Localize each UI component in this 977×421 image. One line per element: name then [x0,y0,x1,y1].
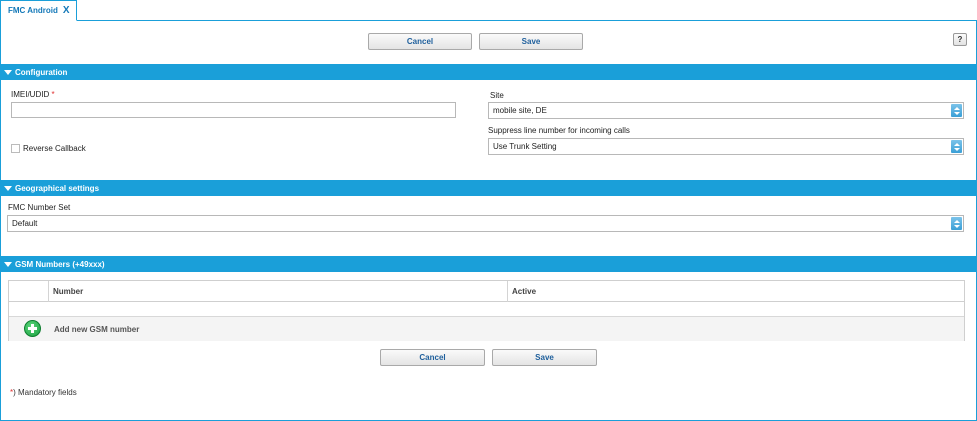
footer-save-button[interactable]: Save [492,349,597,366]
fmc-number-set-label: FMC Number Set [8,203,71,212]
section-geographical[interactable]: Geographical settings [0,180,977,196]
help-button[interactable]: ? [953,33,967,46]
suppress-select[interactable]: Use Trunk Setting [488,138,964,155]
column-header-number[interactable]: Number [49,281,83,302]
mandatory-text: ) Mandatory fields [13,388,77,397]
triangle-down-icon [4,185,12,191]
cancel-button[interactable]: Cancel [368,33,472,50]
section-configuration[interactable]: Configuration [0,64,977,80]
footer-cancel-button[interactable]: Cancel [380,349,485,366]
triangle-down-icon [4,261,12,267]
section-title: GSM Numbers (+49xxx) [15,259,105,269]
section-gsm-numbers[interactable]: GSM Numbers (+49xxx) [0,256,977,272]
close-icon[interactable]: X [63,5,70,16]
tab-bar: FMC Android X [0,0,977,21]
imei-label: IMEI/UDID * [11,90,55,99]
add-gsm-row[interactable]: Add new GSM number [9,317,964,341]
imei-input[interactable] [11,102,456,118]
section-title: Configuration [15,67,68,77]
site-label: Site [490,91,504,100]
reverse-callback-checkbox[interactable] [11,144,20,153]
tab-fmc-android[interactable]: FMC Android X [0,0,77,21]
tab-title: FMC Android [8,6,58,15]
required-marker: * [51,90,55,99]
mandatory-fields-note: *) Mandatory fields [10,388,77,397]
reverse-callback-label: Reverse Callback [23,144,86,153]
add-gsm-number-label[interactable]: Add new GSM number [54,317,139,341]
plus-circle-icon[interactable] [24,320,41,337]
table-header: Number Active [9,281,964,302]
spinner-icon[interactable] [951,217,962,230]
site-select[interactable]: mobile site, DE [488,102,964,119]
site-value: mobile site, DE [493,106,547,115]
fmc-number-set-select[interactable]: Default [7,215,964,232]
spinner-icon[interactable] [951,104,962,117]
spinner-icon[interactable] [951,140,962,153]
section-title: Geographical settings [15,183,100,193]
table-row [9,302,964,317]
suppress-value: Use Trunk Setting [493,142,557,151]
triangle-down-icon [4,69,12,75]
column-header-active[interactable]: Active [508,281,536,302]
gsm-numbers-table: Number Active Add new GSM number [8,280,965,341]
fmc-number-set-value: Default [12,219,38,228]
save-button[interactable]: Save [479,33,583,50]
suppress-label: Suppress line number for incoming calls [488,126,630,135]
